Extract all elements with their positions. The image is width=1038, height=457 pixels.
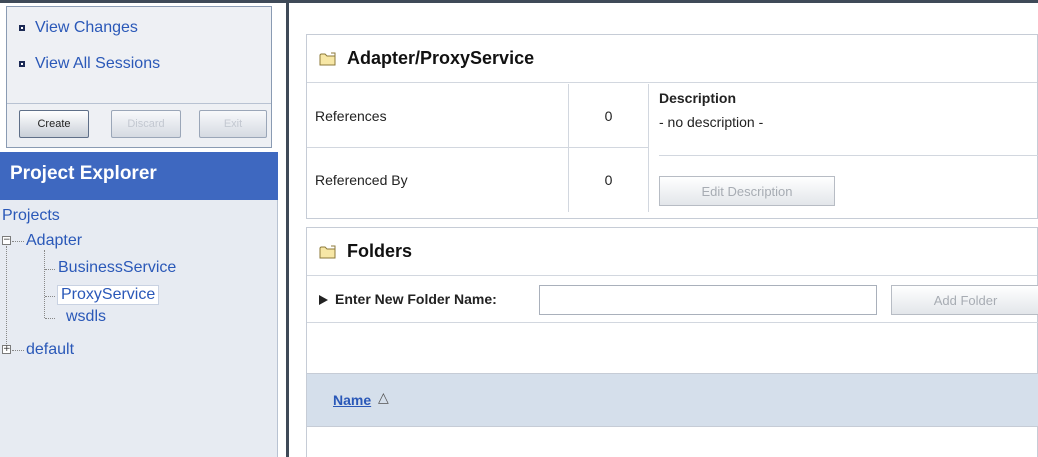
triangle-right-icon[interactable] (319, 295, 328, 305)
resource-title: Adapter/ProxyService (347, 48, 535, 68)
create-button[interactable]: Create (19, 110, 89, 138)
tree-connector (6, 246, 7, 346)
add-folder-button[interactable]: Add Folder (891, 285, 1038, 315)
references-table: References 0 Referenced By 0 Description… (307, 84, 1038, 212)
view-all-sessions-link[interactable]: View All Sessions (19, 55, 161, 73)
tree-projects-root[interactable]: Projects (2, 207, 60, 225)
new-folder-label: Enter New Folder Name: (335, 291, 497, 307)
folders-title: Folders (347, 241, 413, 261)
resource-panel: Adapter/ProxyService References 0 Refere… (306, 34, 1038, 219)
folders-table-header: Name △ (307, 373, 1038, 427)
folder-icon (319, 245, 337, 259)
view-changes-label: View Changes (35, 19, 138, 36)
session-button-row: Create Discard Exit (7, 103, 271, 143)
references-label: References (307, 84, 569, 148)
square-bullet-icon (19, 61, 25, 67)
folder-icon (319, 52, 337, 66)
tree-connector (45, 296, 55, 297)
folders-header: Folders (307, 228, 1037, 276)
edit-description-button[interactable]: Edit Description (659, 176, 835, 206)
tree-item-proxyservice[interactable]: ProxyService (57, 285, 160, 305)
new-folder-name-input[interactable] (539, 285, 877, 315)
square-bullet-icon (19, 25, 25, 31)
main-content: Adapter/ProxyService References 0 Refere… (289, 3, 1038, 457)
discard-button[interactable]: Discard (111, 110, 181, 138)
description-divider (659, 155, 1038, 156)
new-folder-row: Enter New Folder Name: Add Folder (307, 277, 1038, 323)
view-all-sessions-label: View All Sessions (35, 55, 161, 72)
project-explorer-header: Project Explorer (0, 152, 278, 200)
project-tree: Projects − Adapter BusinessService Proxy… (0, 200, 278, 457)
tree-connector (12, 350, 24, 351)
tree-item-wsdls[interactable]: wsdls (66, 308, 106, 326)
description-title: Description (659, 90, 737, 106)
expand-icon[interactable]: + (2, 345, 11, 354)
tree-connector (12, 241, 24, 242)
tree-item-businessservice[interactable]: BusinessService (58, 259, 176, 277)
tree-connector (45, 318, 55, 319)
exit-button[interactable]: Exit (199, 110, 267, 138)
resource-header: Adapter/ProxyService (307, 35, 1037, 83)
description-text: - no description - (659, 114, 764, 130)
tree-item-default[interactable]: default (26, 341, 74, 359)
referenced-by-count: 0 (569, 148, 649, 212)
name-column-sort-link[interactable]: Name (333, 392, 371, 408)
tree-connector (44, 250, 45, 318)
view-changes-link[interactable]: View Changes (19, 19, 138, 37)
tree-item-adapter[interactable]: Adapter (26, 232, 82, 250)
referenced-by-label: Referenced By (307, 148, 569, 212)
change-center-panel: View Changes View All Sessions Create Di… (6, 6, 272, 148)
tree-connector (45, 269, 55, 270)
folders-panel: Folders Enter New Folder Name: Add Folde… (306, 227, 1038, 457)
references-count: 0 (569, 84, 649, 148)
left-sidebar: View Changes View All Sessions Create Di… (0, 0, 278, 457)
collapse-icon[interactable]: − (2, 236, 11, 245)
sort-ascending-icon[interactable]: △ (378, 389, 389, 406)
